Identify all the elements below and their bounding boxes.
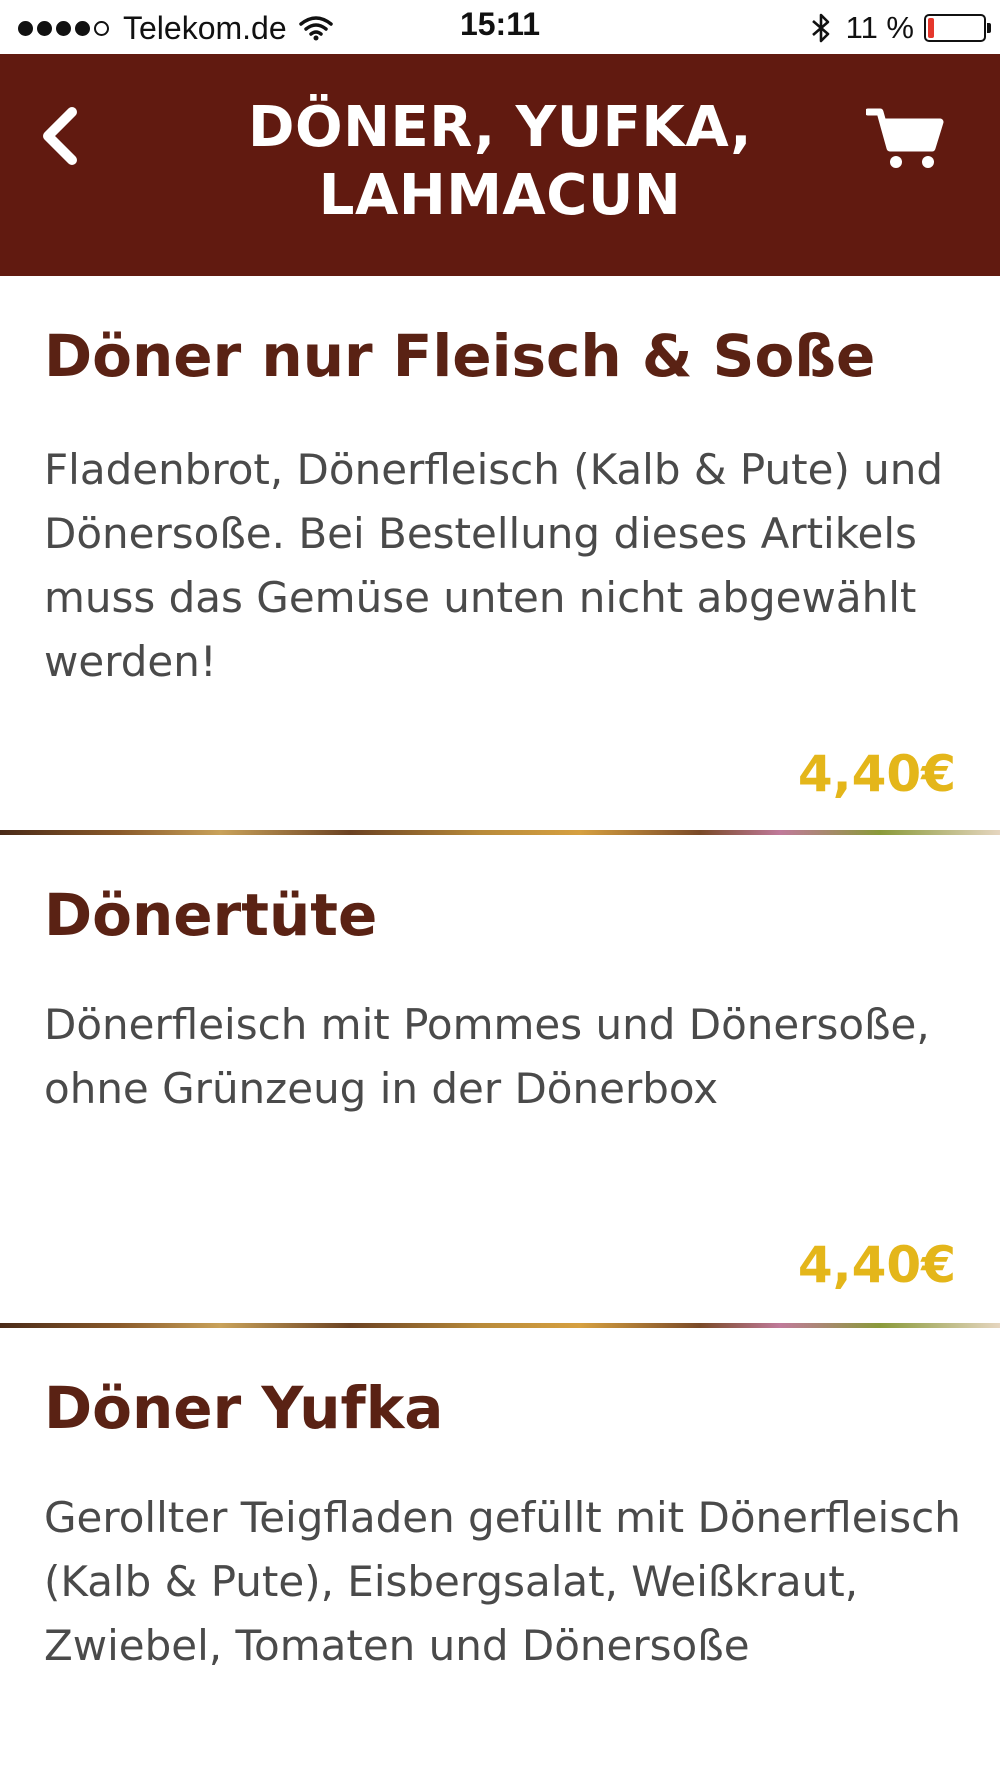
status-bar: Telekom.de 15:11 11 % [0, 0, 1000, 54]
back-button[interactable] [36, 94, 96, 174]
battery-level [928, 18, 934, 38]
cart-button[interactable] [864, 104, 946, 174]
shopping-cart-icon [864, 108, 944, 168]
menu-item[interactable]: Döner Yufka Gerollter Teigfladen gefüllt… [0, 1328, 1000, 1788]
menu-item-description: Dönerfleisch mit Pommes und Dönersoße, o… [44, 1000, 930, 1113]
menu-list: Döner nur Fleisch & Soße Fladenbrot, Dön… [0, 276, 1000, 1788]
menu-item-price: 4,40€ [797, 745, 956, 803]
menu-item-description: Gerollter Teigfladen gefüllt mit Dönerfl… [44, 1493, 961, 1670]
status-right: 11 % [810, 8, 991, 48]
header-bar: DÖNER, YUFKA, LAHMACUN [0, 54, 1000, 276]
menu-item-title: Döner Yufka [44, 1374, 444, 1442]
bluetooth-icon [811, 13, 829, 43]
menu-item-description: Fladenbrot, Dönerfleisch (Kalb & Pute) u… [44, 445, 944, 686]
menu-item-title: Döner nur Fleisch & Soße [44, 322, 876, 390]
menu-item[interactable]: Döner nur Fleisch & Soße Fladenbrot, Dön… [0, 276, 1000, 830]
chevron-left-icon [43, 107, 77, 165]
menu-item-price: 4,40€ [797, 1236, 956, 1294]
menu-item-title: Dönertüte [44, 881, 378, 949]
battery-percent: 11 % [845, 10, 914, 45]
menu-item[interactable]: Dönertüte Dönerfleisch mit Pommes und Dö… [0, 835, 1000, 1323]
page-title: DÖNER, YUFKA, LAHMACUN [248, 95, 752, 228]
battery-icon [924, 14, 991, 42]
